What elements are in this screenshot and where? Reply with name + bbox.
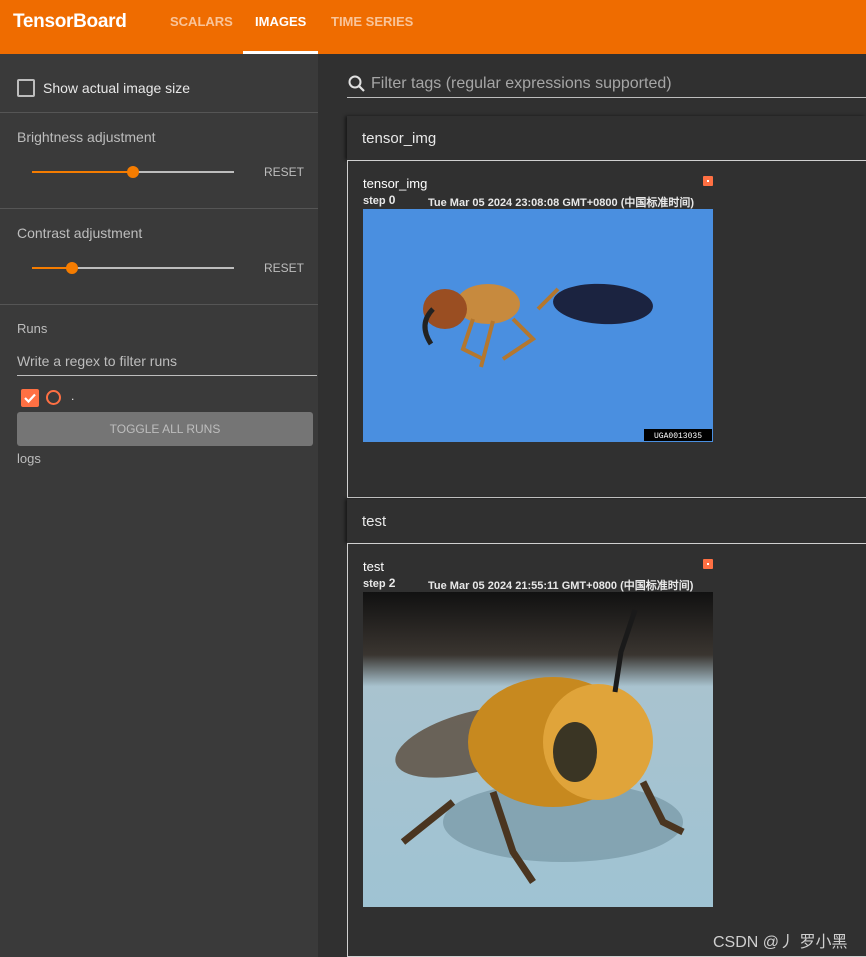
card-title: tensor_img xyxy=(363,176,428,191)
runs-filter-input[interactable]: Write a regex to filter runs xyxy=(17,353,317,376)
image-ant[interactable]: UGA0013035 xyxy=(363,209,713,442)
show-actual-size-label[interactable]: Show actual image size xyxy=(43,80,190,96)
tag-filter[interactable]: Filter tags (regular expressions support… xyxy=(347,70,866,98)
brightness-reset-button[interactable]: RESET xyxy=(264,165,304,179)
sidebar xyxy=(0,54,318,957)
logdir-label: logs xyxy=(17,451,41,466)
contrast-label: Contrast adjustment xyxy=(17,225,143,241)
run-color-swatch xyxy=(703,176,713,186)
tag-group-title: tensor_img xyxy=(362,130,437,147)
tag-group-title: test xyxy=(362,513,387,530)
search-icon xyxy=(348,75,365,92)
brightness-slider-knob[interactable] xyxy=(127,166,139,178)
tab-scalars[interactable]: SCALARS xyxy=(170,14,233,29)
contrast-slider[interactable] xyxy=(32,262,234,274)
image-card: tensor_img step 0 Tue Mar 05 2024 23:08:… xyxy=(347,160,866,498)
tag-filter-input[interactable]: Filter tags (regular expressions support… xyxy=(371,75,672,93)
bee-image xyxy=(363,592,713,907)
toggle-all-runs-button[interactable]: TOGGLE ALL RUNS xyxy=(17,412,313,446)
run-color-circle-icon[interactable] xyxy=(46,390,61,405)
top-app-bar: TensorBoard SCALARS IMAGES TIME SERIES xyxy=(0,0,866,54)
brightness-label: Brightness adjustment xyxy=(17,129,156,145)
tab-images[interactable]: IMAGES xyxy=(255,14,306,29)
brightness-slider-fill xyxy=(32,171,133,173)
brightness-slider[interactable] xyxy=(32,166,234,178)
timestamp: Tue Mar 05 2024 21:55:11 GMT+0800 (中国标准时… xyxy=(428,580,694,592)
runs-label: Runs xyxy=(17,321,48,336)
image-card: test step 2 Tue Mar 05 2024 21:55:11 GMT… xyxy=(347,543,866,957)
tab-time-series[interactable]: TIME SERIES xyxy=(331,14,413,29)
watermark: CSDN @丿 罗小黑 xyxy=(713,934,848,951)
step-label: step 2 xyxy=(363,576,396,590)
run-name: . xyxy=(71,389,75,403)
image-caption: UGA0013035 xyxy=(654,432,702,441)
tag-group-header[interactable]: tensor_img xyxy=(347,116,866,160)
checkmark-icon xyxy=(24,393,36,404)
contrast-reset-button[interactable]: RESET xyxy=(264,261,304,275)
timestamp: Tue Mar 05 2024 23:08:08 GMT+0800 (中国标准时… xyxy=(428,197,695,209)
run-checkbox[interactable] xyxy=(21,389,39,407)
card-title: test xyxy=(363,559,384,574)
show-actual-size-checkbox[interactable] xyxy=(17,79,35,97)
ant-image: UGA0013035 xyxy=(363,209,713,442)
divider xyxy=(0,112,318,113)
run-color-swatch xyxy=(703,559,713,569)
app-title: TensorBoard xyxy=(13,11,127,32)
tag-group-header[interactable]: test xyxy=(347,499,866,543)
divider xyxy=(0,304,318,305)
step-label: step 0 xyxy=(363,193,396,207)
divider xyxy=(0,208,318,209)
image-bee[interactable] xyxy=(363,592,713,907)
